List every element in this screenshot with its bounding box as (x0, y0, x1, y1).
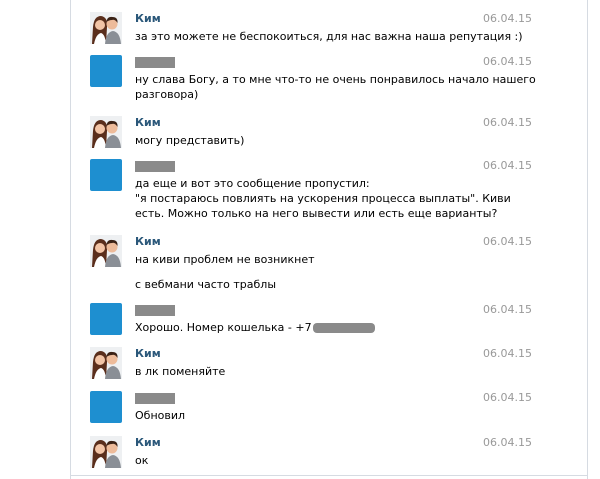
kim-avatar-icon[interactable] (90, 347, 122, 379)
message-line: да еще и вот это сообщение пропустил: (135, 177, 370, 190)
message-text: в лк поменяйте (135, 364, 475, 379)
message-date: 06.04.15 (483, 347, 532, 360)
message-author[interactable]: Ким (135, 436, 161, 450)
user-avatar-icon[interactable] (90, 303, 122, 335)
redacted-phone-number (312, 323, 375, 333)
message-date: 06.04.15 (483, 391, 532, 404)
message-date: 06.04.15 (483, 235, 532, 248)
redacted-author-name (135, 305, 175, 316)
message-line: могу представить) (135, 134, 245, 147)
frame-bottom-border (70, 475, 588, 476)
message-text: да еще и вот это сообщение пропустил: "я… (135, 176, 511, 221)
message-line: есть. Можно только на него вывести или е… (135, 207, 498, 220)
message-date: 06.04.15 (483, 303, 532, 316)
message-date: 06.04.15 (483, 436, 532, 449)
message-author[interactable]: Ким (135, 347, 161, 361)
kim-avatar-icon[interactable] (90, 235, 122, 267)
message-text: за это можете не беспокоиться, для нас в… (135, 29, 523, 44)
message-line: разговора) (135, 88, 199, 101)
message-author[interactable]: Ким (135, 116, 161, 130)
message-author[interactable]: Ким (135, 235, 161, 249)
user-avatar-icon[interactable] (90, 55, 122, 87)
frame-left-border (70, 0, 71, 479)
redacted-author-name (135, 393, 175, 404)
frame-right-border (587, 0, 588, 479)
message-date: 06.04.15 (483, 159, 532, 172)
message-text: Обновил (135, 408, 475, 423)
message-text: ну слава Богу, а то мне что-то не очень … (135, 72, 536, 102)
message-text: могу представить) (135, 133, 475, 148)
message-line: на киви проблем не возникнет (135, 253, 315, 266)
kim-avatar-icon[interactable] (90, 12, 122, 44)
redacted-author-name (135, 57, 175, 68)
redacted-author-name (135, 161, 175, 172)
kim-avatar-icon[interactable] (90, 116, 122, 148)
kim-avatar-icon[interactable] (90, 436, 122, 468)
message-text: ок (135, 453, 475, 468)
user-avatar-icon[interactable] (90, 391, 122, 423)
message-line: Обновил (135, 409, 186, 422)
message-text: на киви проблем не возникнет с вебмани ч… (135, 252, 475, 292)
message-date: 06.04.15 (483, 55, 532, 68)
user-avatar-icon[interactable] (90, 159, 122, 191)
message-text: Хорошо. Номер кошелька - +7 (135, 320, 475, 335)
message-line: Хорошо. Номер кошелька - +7 (135, 320, 475, 335)
message-line: ну слава Богу, а то мне что-то не очень … (135, 73, 536, 86)
message-date: 06.04.15 (483, 12, 532, 25)
message-line: за это можете не беспокоиться, для нас в… (135, 30, 523, 43)
message-date: 06.04.15 (483, 116, 532, 129)
message-line: "я постараюсь повлиять на ускорения проц… (135, 192, 511, 205)
message-line: ок (135, 454, 149, 467)
message-line-text: Хорошо. Номер кошелька - +7 (135, 321, 312, 334)
message-line: с вебмани часто траблы (135, 278, 277, 291)
message-author[interactable]: Ким (135, 12, 161, 26)
message-line (135, 267, 475, 277)
message-line: в лк поменяйте (135, 365, 226, 378)
